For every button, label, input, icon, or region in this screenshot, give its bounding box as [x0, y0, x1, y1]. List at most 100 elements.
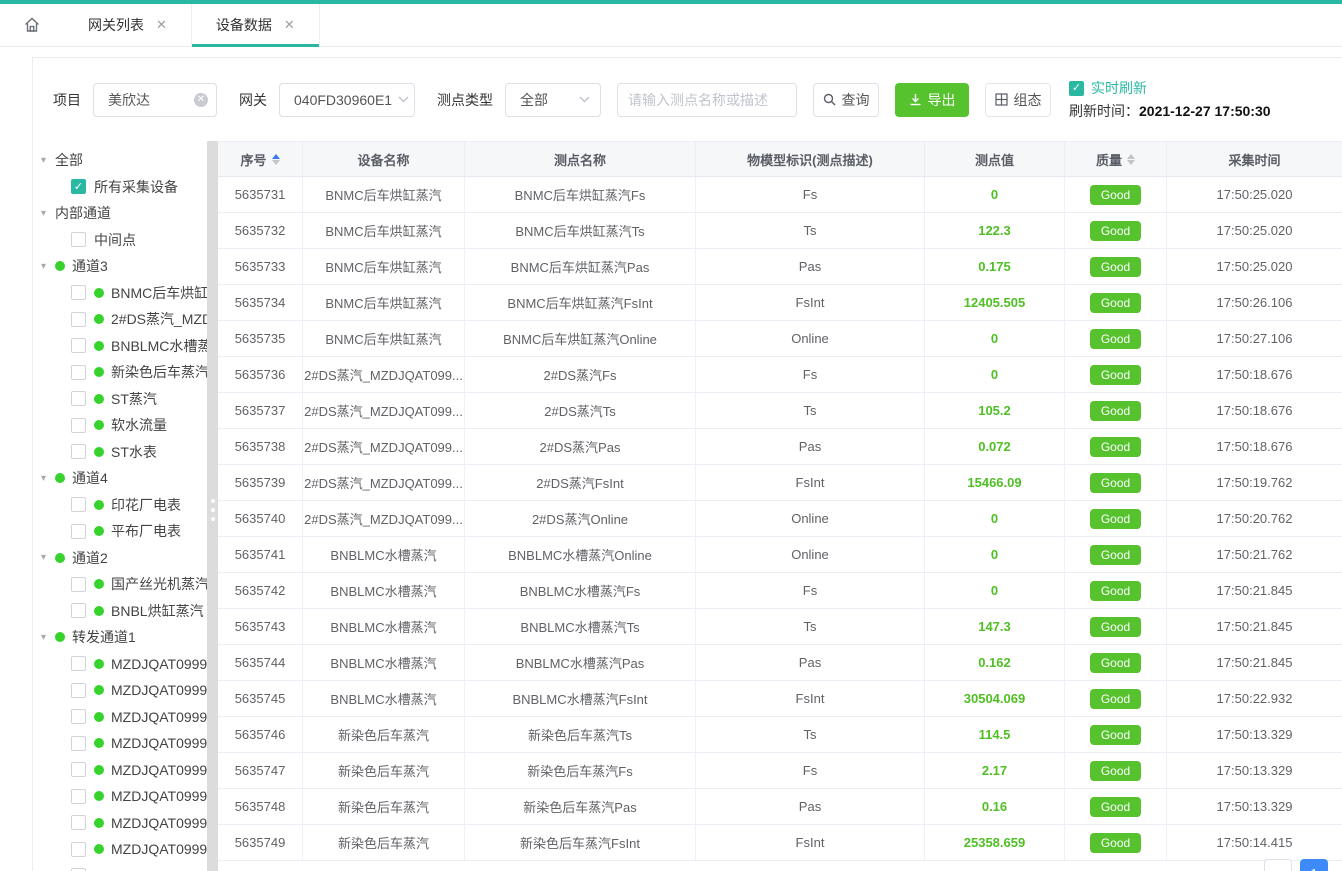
tree-expand-caret-icon[interactable]: ▾: [41, 261, 55, 272]
tab-device-data[interactable]: 设备数据 ✕: [191, 4, 320, 46]
tree-node[interactable]: ▾ 通道4: [41, 465, 207, 492]
pagination-prev-button[interactable]: ‹: [1264, 859, 1292, 871]
tree-expand-caret-icon[interactable]: ▾: [41, 208, 55, 219]
tree-node[interactable]: BNBLMC水槽蒸汽: [41, 333, 207, 360]
tree-node[interactable]: 软水流量: [41, 412, 207, 439]
tree-node[interactable]: MZDJQAT0999_: [41, 757, 207, 784]
tree-node[interactable]: MZDJQAT0999_: [41, 730, 207, 757]
cell-serial-number: 5635737: [218, 393, 303, 429]
tree-checkbox[interactable]: [71, 418, 86, 433]
cell-point-value: 25358.659: [925, 825, 1065, 861]
tree-checkbox[interactable]: [71, 842, 86, 857]
tree-node[interactable]: ▾转发通道1: [41, 624, 207, 651]
search-input-placeholder: 请输入测点名称或描述: [628, 90, 768, 110]
realtime-checkbox[interactable]: ✓: [1069, 81, 1084, 96]
status-dot-icon: [94, 659, 104, 669]
cell-quality: Good: [1065, 609, 1167, 645]
sort-carets-icon[interactable]: [1127, 154, 1135, 165]
tree-checkbox[interactable]: [71, 736, 86, 751]
cell-model-identifier: Ts: [696, 213, 925, 249]
gateway-select[interactable]: 040FD30960E1: [279, 83, 415, 117]
tree-node[interactable]: BNBL烘缸蒸汽: [41, 598, 207, 625]
tree-expand-caret-icon[interactable]: ▾: [41, 552, 55, 563]
tree-node[interactable]: 中间点: [41, 227, 207, 254]
tree-node[interactable]: ▾全部: [41, 147, 207, 174]
tab-gateway-list-close-icon[interactable]: ✕: [156, 17, 167, 33]
tree-node[interactable]: MZDJQAT0999_: [41, 863, 207, 871]
table-row: 56357362#DS蒸汽_MZDJQAT099...2#DS蒸汽FsFs0Go…: [218, 357, 1342, 393]
tree-node[interactable]: ▾内部通道: [41, 200, 207, 227]
cell-model-identifier: Fs: [696, 177, 925, 213]
cell-point-value: 0: [925, 573, 1065, 609]
tree-node[interactable]: MZDJQAT0999_: [41, 836, 207, 863]
tree-checkbox[interactable]: [71, 603, 86, 618]
tree-node[interactable]: 印花厂电表: [41, 492, 207, 519]
column-header: 测点值: [925, 142, 1065, 177]
tree-expand-caret-icon[interactable]: ▾: [41, 155, 55, 166]
tree-node[interactable]: BNMC后车烘缸蒸汽: [41, 280, 207, 307]
tree-node[interactable]: MZDJQAT0999_: [41, 704, 207, 731]
cell-point-name: BNBLMC水槽蒸汽Fs: [465, 573, 696, 609]
tree-node[interactable]: MZDJQAT0999_: [41, 677, 207, 704]
tree-node-label: 通道4: [72, 468, 108, 488]
status-dot-icon: [94, 844, 104, 854]
tree-checkbox[interactable]: [71, 285, 86, 300]
query-button[interactable]: 查询: [813, 83, 879, 117]
cell-point-value: 0: [925, 537, 1065, 573]
cell-model-identifier: Ts: [696, 717, 925, 753]
cell-collect-time: 17:50:25.020: [1167, 213, 1342, 249]
column-header[interactable]: 序号: [218, 142, 303, 177]
tab-device-data-close-icon[interactable]: ✕: [284, 17, 295, 33]
pagination-page-1-button[interactable]: 1: [1300, 859, 1328, 871]
status-dot-icon: [94, 606, 104, 616]
tree-checkbox[interactable]: [71, 762, 86, 777]
cell-device-name: 2#DS蒸汽_MZDJQAT099...: [303, 501, 465, 537]
project-input[interactable]: 美欣达 ✕: [93, 83, 217, 117]
tab-gateway-list[interactable]: 网关列表 ✕: [64, 4, 191, 46]
tree-expand-caret-icon[interactable]: ▾: [41, 632, 55, 643]
tree-node[interactable]: 国产丝光机蒸汽: [41, 571, 207, 598]
panel-splitter[interactable]: [207, 141, 218, 871]
tree-checkbox[interactable]: [71, 683, 86, 698]
tree-expand-caret-icon[interactable]: ▾: [41, 473, 55, 484]
search-input[interactable]: 请输入测点名称或描述: [617, 83, 797, 117]
quality-badge: Good: [1090, 329, 1141, 349]
tree-checkbox[interactable]: [71, 577, 86, 592]
home-button[interactable]: [0, 4, 64, 46]
tree-checkbox[interactable]: [71, 365, 86, 380]
cell-device-name: 新染色后车蒸汽: [303, 789, 465, 825]
query-button-label: 查询: [842, 90, 870, 110]
column-header[interactable]: 质量: [1065, 142, 1167, 177]
tree-checkbox[interactable]: [71, 815, 86, 830]
point-type-select[interactable]: 全部: [505, 83, 601, 117]
tree-node[interactable]: 新染色后车蒸汽: [41, 359, 207, 386]
tree-checkbox[interactable]: [71, 656, 86, 671]
tree-node[interactable]: ✓所有采集设备: [41, 174, 207, 201]
quality-badge: Good: [1090, 509, 1141, 529]
clear-icon[interactable]: ✕: [194, 93, 208, 107]
tree-checkbox[interactable]: [71, 444, 86, 459]
tree-node[interactable]: ▾通道3: [41, 253, 207, 280]
tree-checkbox[interactable]: [71, 312, 86, 327]
tree-node[interactable]: 平布厂电表: [41, 518, 207, 545]
tree-node[interactable]: ST水表: [41, 439, 207, 466]
tree-checkbox[interactable]: [71, 391, 86, 406]
tree-checkbox[interactable]: [71, 338, 86, 353]
scada-button[interactable]: 组态: [985, 83, 1051, 117]
tree-checkbox[interactable]: [71, 789, 86, 804]
tree-checkbox[interactable]: [71, 524, 86, 539]
tree-checkbox[interactable]: ✓: [71, 179, 86, 194]
tree-node[interactable]: ST蒸汽: [41, 386, 207, 413]
tree-checkbox[interactable]: [71, 709, 86, 724]
tree-checkbox[interactable]: [71, 232, 86, 247]
sort-carets-icon[interactable]: [272, 154, 280, 165]
export-button[interactable]: 导出: [895, 83, 969, 117]
tree-node[interactable]: MZDJQAT0999_: [41, 783, 207, 810]
tree-node[interactable]: MZDJQAT0999_: [41, 810, 207, 837]
tree-checkbox[interactable]: [71, 497, 86, 512]
tree-node[interactable]: MZDJQAT0999_: [41, 651, 207, 678]
tree-node[interactable]: ▾通道2: [41, 545, 207, 572]
cell-device-name: 2#DS蒸汽_MZDJQAT099...: [303, 393, 465, 429]
tab-gateway-list-label: 网关列表: [88, 15, 144, 35]
tree-node[interactable]: 2#DS蒸汽_MZDJQAT0999: [41, 306, 207, 333]
